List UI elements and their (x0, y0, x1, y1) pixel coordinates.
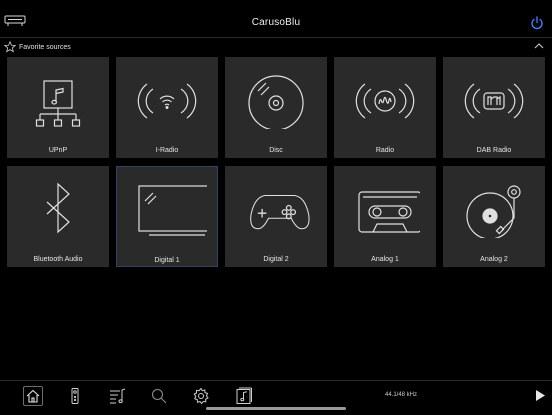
source-label: Analog 2 (480, 256, 508, 263)
source-tile-analog-2[interactable]: Analog 2 (443, 166, 545, 267)
source-label: I-Radio (155, 147, 179, 154)
source-tile-disc[interactable]: Disc (225, 57, 327, 158)
source-label: Bluetooth Audio (33, 256, 83, 263)
source-label: Disc (269, 147, 283, 154)
source-tile-dab-radio[interactable]: DAB Radio (443, 57, 545, 158)
upnp-icon (35, 80, 81, 127)
star-icon (4, 41, 16, 53)
source-label: Analog 1 (371, 256, 399, 263)
source-label: Digital 1 (154, 257, 180, 264)
home-indicator (206, 407, 346, 410)
source-tile-analog-1[interactable]: Analog 1 (334, 166, 436, 267)
source-label: Radio (375, 147, 395, 154)
dab-radio-icon (464, 83, 524, 119)
favorites-header[interactable]: Favorite sources (0, 37, 552, 56)
home-button[interactable] (23, 386, 43, 406)
power-icon[interactable] (530, 16, 544, 30)
music-library-icon[interactable] (235, 387, 253, 405)
source-tile-digital-2[interactable]: Digital 2 (225, 166, 327, 267)
source-label: Digital 2 (263, 256, 289, 263)
home-icon (26, 389, 40, 403)
radio-icon (355, 83, 415, 119)
disc-icon (248, 75, 304, 129)
source-tile-bluetooth[interactable]: Bluetooth Audio (7, 166, 109, 267)
source-label: DAB Radio (476, 147, 512, 154)
remote-icon[interactable] (66, 387, 84, 405)
turntable-icon (466, 185, 521, 238)
top-bar: CarusoBlu (0, 0, 552, 36)
source-label: UPnP (48, 147, 68, 154)
playlist-icon[interactable] (108, 387, 126, 405)
chevron-up-icon[interactable] (534, 42, 544, 50)
gamepad-icon (250, 194, 310, 230)
bluetooth-icon (46, 182, 70, 234)
internet-radio-icon (137, 83, 197, 119)
cassette-icon (358, 191, 420, 233)
search-icon[interactable] (150, 387, 168, 405)
favorites-label: Favorite sources (19, 44, 71, 51)
gear-icon[interactable] (192, 387, 210, 405)
source-tile-radio[interactable]: Radio (334, 57, 436, 158)
sample-rate-readout: 44.1/48 kHz (385, 392, 418, 398)
play-icon[interactable] (535, 389, 546, 402)
source-tile-upnp[interactable]: UPnP (7, 57, 109, 158)
digital-tv-icon (138, 185, 207, 236)
source-tile-digital-1[interactable]: Digital 1 (116, 166, 218, 267)
source-tile-i-radio[interactable]: I-Radio (116, 57, 218, 158)
page-title: CarusoBlu (251, 17, 301, 28)
